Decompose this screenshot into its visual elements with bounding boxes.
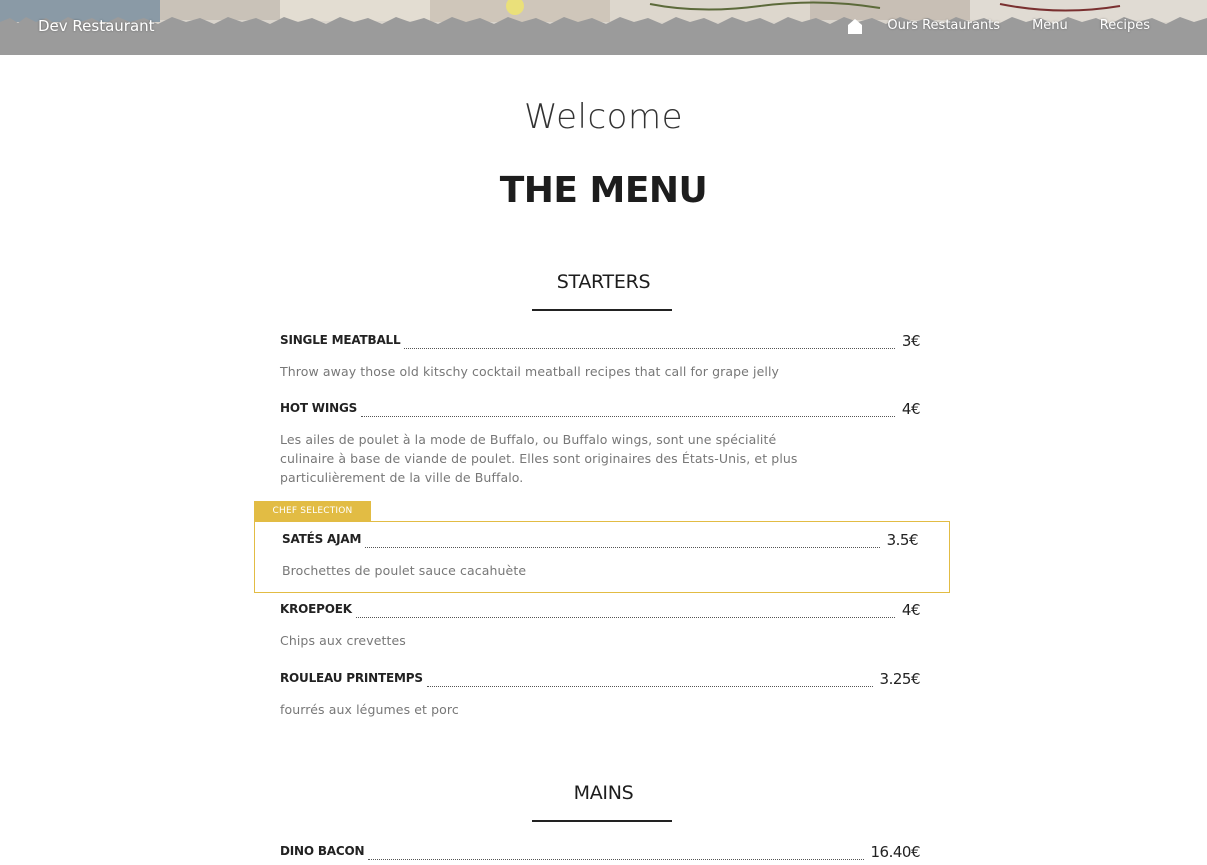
menu-item-price: 3€ [901, 332, 921, 350]
menu-item-header: SINGLE MEATBALL 3€ [280, 328, 921, 350]
menu-item-price: 3.5€ [886, 531, 919, 549]
menu-item-name: DINO BACON [280, 844, 365, 858]
section-heading-mains: MAINS [573, 782, 634, 804]
home-icon[interactable] [848, 19, 863, 34]
main-nav: Ours Restaurants Menu Recipes [848, 17, 1150, 34]
dotted-leader [365, 547, 880, 548]
menu-item-description: Throw away those old kitschy cocktail me… [280, 364, 780, 379]
page-title: THE MENU [499, 170, 708, 211]
section-divider [532, 820, 672, 822]
menu-item-price: 3.25€ [879, 670, 921, 688]
menu-item-price: 4€ [901, 400, 921, 418]
menu-item-name: HOT WINGS [280, 401, 358, 415]
menu-item-header: HOT WINGS 4€ [280, 396, 921, 418]
menu-item: HOT WINGS 4€ Les ailes de poulet à la mo… [280, 396, 921, 487]
nav-link-recipes[interactable]: Recipes [1100, 18, 1150, 33]
dotted-leader [404, 348, 895, 349]
menu-item: SINGLE MEATBALL 3€ Throw away those old … [280, 328, 921, 381]
menu-item-header: DINO BACON 16.40€ [280, 839, 920, 861]
site-header: Dev Restaurant Ours Restaurants Menu Rec… [0, 0, 1207, 55]
menu-item-description: fourrés aux légumes et porc [280, 702, 459, 717]
menu-item-name: KROEPOEK [280, 602, 352, 616]
menu-item: ROULEAU PRINTEMPS 3.25€ fourrés aux légu… [280, 666, 921, 719]
menu-item-description: Brochettes de poulet sauce cacahuète [282, 563, 527, 578]
dotted-leader [361, 416, 895, 417]
menu-item-description: Chips aux crevettes [280, 633, 406, 648]
chef-selection-badge: CHEF SELECTION [254, 501, 371, 521]
menu-item-price: 16.40€ [870, 843, 921, 861]
menu-item: DINO BACON 16.40€ [280, 839, 920, 861]
dotted-leader [368, 859, 864, 860]
menu-item-header: ROULEAU PRINTEMPS 3.25€ [280, 666, 921, 688]
section-heading-starters: STARTERS [556, 271, 651, 293]
section-divider [532, 309, 672, 311]
nav-link-ours-restaurants[interactable]: Ours Restaurants [887, 18, 1000, 33]
menu-item: KROEPOEK 4€ Chips aux crevettes [280, 597, 921, 650]
welcome-heading: Welcome [523, 97, 684, 137]
menu-item-name: SINGLE MEATBALL [280, 333, 401, 347]
menu-item-name: ROULEAU PRINTEMPS [280, 671, 423, 685]
menu-item-name: SATÉS AJAM [282, 532, 362, 546]
dotted-leader [355, 617, 895, 618]
menu-item-price: 4€ [901, 601, 921, 619]
menu-item-header: KROEPOEK 4€ [280, 597, 921, 619]
menu-item-featured: SATÉS AJAM 3.5€ Brochettes de poulet sau… [282, 527, 919, 580]
nav-link-menu[interactable]: Menu [1032, 18, 1068, 33]
menu-item-description: Les ailes de poulet à la mode de Buffalo… [280, 432, 798, 485]
menu-item-header: SATÉS AJAM 3.5€ [282, 527, 919, 549]
dotted-leader [426, 686, 873, 687]
brand-logo-text[interactable]: Dev Restaurant [38, 17, 155, 35]
